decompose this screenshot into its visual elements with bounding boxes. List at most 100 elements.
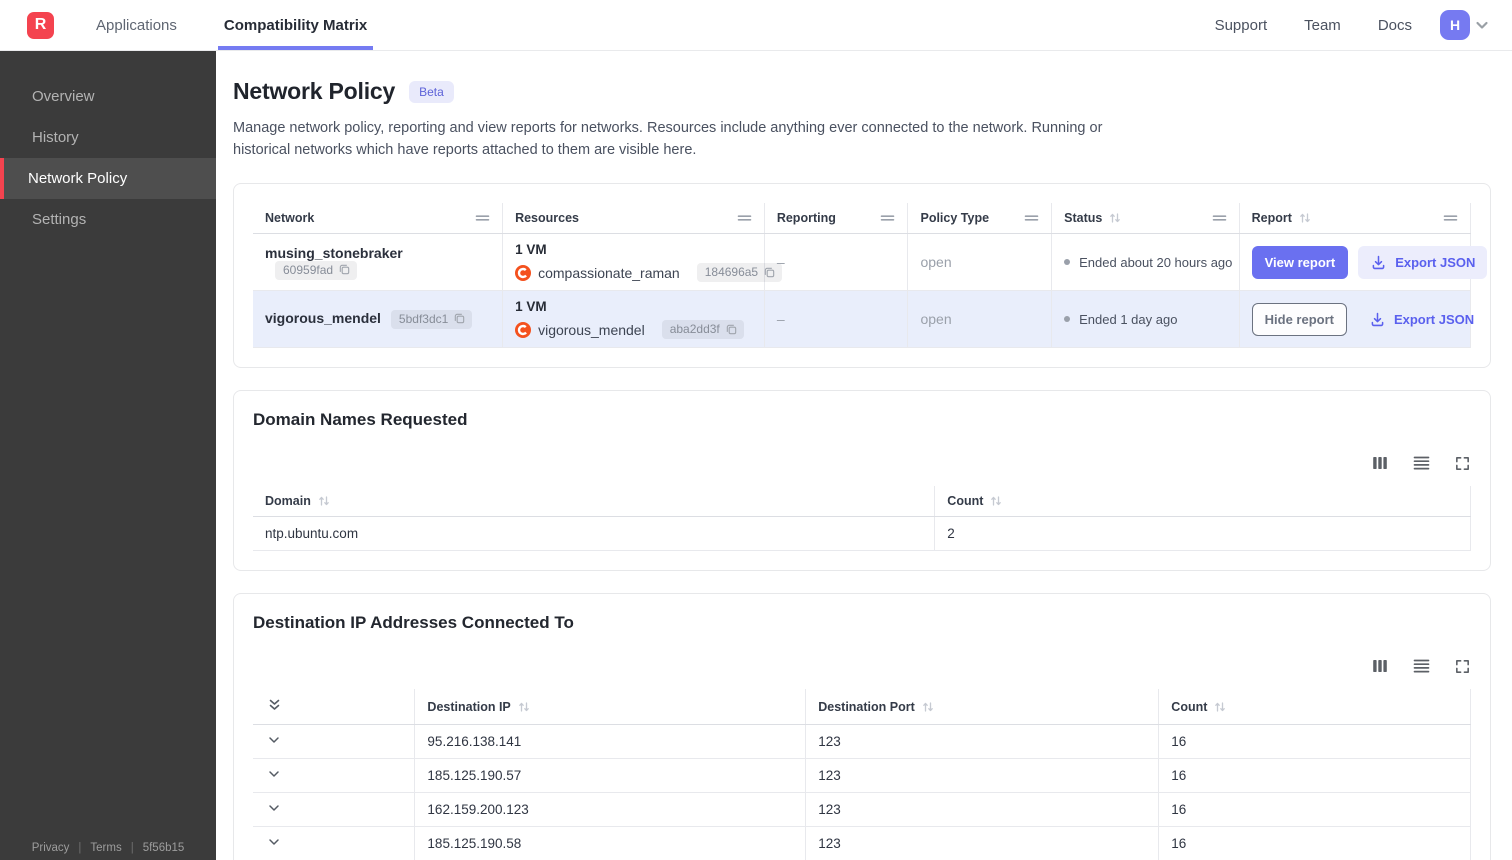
fullscreen-icon[interactable] [1454, 658, 1471, 675]
tab-applications[interactable]: Applications [90, 0, 183, 50]
destination-port: 123 [805, 758, 1160, 794]
vm-name[interactable]: vigorous_mendel [538, 322, 645, 338]
fullscreen-icon[interactable] [1454, 455, 1471, 472]
destinations-header-row: Destination IP Destination Port Count [253, 689, 1471, 726]
expand-all-icon[interactable] [267, 697, 282, 713]
link-team[interactable]: Team [1304, 17, 1341, 34]
network-row-vigorous-mendel[interactable]: vigorous_mendel 5bdf3dc1 1 VM vigorous_men… [253, 290, 1474, 349]
destination-row[interactable]: 185.125.190.57 123 16 [253, 758, 1471, 794]
status-dot [1064, 316, 1071, 323]
column-resize-handle-icon[interactable] [1024, 214, 1039, 222]
link-docs[interactable]: Docs [1378, 17, 1412, 34]
chevron-down-icon[interactable] [1474, 17, 1490, 33]
domain-row[interactable]: ntp.ubuntu.com 2 [253, 516, 1471, 552]
networks-card: Network Resources Reporting Policy Type … [233, 183, 1491, 369]
top-navbar: R Applications Compatibility Matrix Supp… [0, 0, 1512, 51]
row-expand-icon[interactable] [267, 767, 281, 781]
sort-icon[interactable] [1213, 700, 1227, 714]
vm-name[interactable]: compassionate_raman [538, 265, 680, 281]
column-resize-handle-icon[interactable] [737, 214, 752, 222]
copy-icon[interactable] [453, 312, 466, 325]
export-json-button[interactable]: Export JSON [1357, 303, 1486, 336]
networks-header-row: Network Resources Reporting Policy Type … [253, 203, 1472, 235]
avatar[interactable]: H [1440, 10, 1470, 40]
column-label: Count [947, 494, 984, 509]
sort-icon[interactable] [989, 494, 1003, 508]
destinations-card: Destination IP Addresses Connected To De… [233, 593, 1491, 860]
destination-row[interactable]: 95.216.138.141 123 16 [253, 724, 1471, 760]
copy-icon[interactable] [763, 266, 776, 279]
export-json-label: Export JSON [1393, 311, 1475, 327]
column-header-network: Network [253, 203, 504, 235]
sort-icon[interactable] [1108, 211, 1122, 225]
status-dot [1064, 259, 1071, 266]
destination-port: 123 [805, 826, 1160, 860]
column-header-destination-ip: Destination IP [414, 689, 807, 726]
app-logo[interactable]: R [27, 11, 54, 39]
row-density-icon[interactable] [1412, 454, 1431, 472]
export-json-label: Export JSON [1395, 254, 1476, 270]
columns-icon[interactable] [1371, 657, 1389, 675]
destination-ip: 185.125.190.57 [414, 758, 807, 794]
column-header-domain: Domain [253, 486, 936, 518]
tab-compatibility-matrix[interactable]: Compatibility Matrix [217, 0, 374, 50]
destination-ip: 95.216.138.141 [414, 724, 807, 760]
navbar-links: Support Team Docs [1215, 17, 1412, 34]
column-label: Policy Type [920, 211, 990, 226]
hide-report-button[interactable]: Hide report [1251, 302, 1347, 336]
network-id-badge: 60959fad [275, 260, 358, 280]
view-report-button[interactable]: View report [1251, 245, 1349, 279]
columns-icon[interactable] [1371, 454, 1389, 472]
destination-row[interactable]: 185.125.190.58 123 16 [253, 826, 1471, 860]
sidebar-item-settings[interactable]: Settings [0, 199, 216, 240]
column-header-report: Report [1239, 203, 1472, 235]
copy-icon[interactable] [338, 263, 351, 276]
vm-count: 1 VM [515, 299, 547, 315]
destination-ip: 185.125.190.58 [414, 826, 807, 860]
row-density-icon[interactable] [1412, 657, 1431, 675]
column-resize-handle-icon[interactable] [880, 214, 895, 222]
destinations-table: Destination IP Destination Port Count 95… [253, 689, 1471, 860]
reporting-value: – [764, 233, 909, 292]
domains-table: Domain Count ntp.ubuntu.com 2 [253, 486, 1471, 552]
copy-icon[interactable] [725, 323, 738, 336]
column-label: Report [1251, 211, 1292, 226]
column-label: Network [265, 211, 315, 226]
terms-link[interactable]: Terms [90, 842, 121, 854]
column-resize-handle-icon[interactable] [475, 214, 490, 222]
count-value: 16 [1158, 792, 1471, 828]
column-label: Status [1064, 211, 1103, 226]
column-header-count: Count [1158, 689, 1471, 726]
destination-row[interactable]: 162.159.200.123 123 16 [253, 792, 1471, 828]
sort-icon[interactable] [517, 700, 531, 714]
row-expand-icon[interactable] [267, 801, 281, 815]
network-id: 60959fad [283, 262, 334, 277]
policy-type-value: open [907, 233, 1053, 292]
column-label: Resources [515, 211, 580, 226]
link-support[interactable]: Support [1215, 17, 1268, 34]
sidebar-footer: Privacy | Terms | 5f56b15 [0, 842, 216, 854]
vm-id: aba2dd3f [669, 322, 720, 337]
export-json-button[interactable]: Export JSON [1358, 245, 1488, 279]
column-resize-handle-icon[interactable] [1443, 214, 1458, 222]
column-header-expand-all [253, 689, 416, 726]
row-expand-icon[interactable] [267, 835, 281, 849]
sidebar-item-overview[interactable]: Overview [0, 76, 216, 117]
row-expand-icon[interactable] [267, 733, 281, 747]
sidebar-item-network-policy[interactable]: Network Policy [0, 158, 216, 199]
destinations-card-title: Destination IP Addresses Connected To [253, 613, 574, 633]
networks-table: Network Resources Reporting Policy Type … [253, 203, 1488, 349]
sidebar-item-history[interactable]: History [0, 117, 216, 158]
sort-icon[interactable] [921, 700, 935, 714]
network-row-musing-stonebraker[interactable]: musing_stonebraker 60959fad 1 VM compassio… [253, 233, 1488, 292]
sort-icon[interactable] [317, 494, 331, 508]
domain-value: ntp.ubuntu.com [253, 516, 936, 552]
sort-icon[interactable] [1298, 211, 1312, 225]
status-text: Ended 1 day ago [1079, 311, 1178, 327]
column-header-reporting: Reporting [764, 203, 909, 235]
count-value: 16 [1158, 826, 1471, 860]
privacy-link[interactable]: Privacy [32, 842, 70, 854]
column-label: Count [1171, 699, 1208, 714]
destination-port: 123 [805, 724, 1160, 760]
column-resize-handle-icon[interactable] [1212, 214, 1227, 222]
